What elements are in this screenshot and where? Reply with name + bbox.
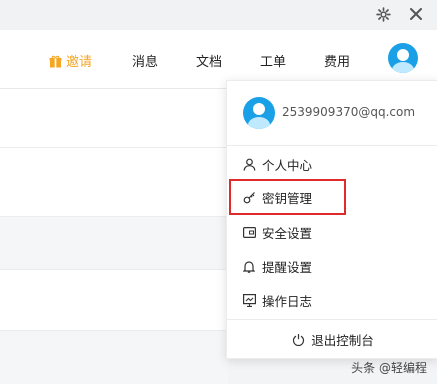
account-info: 2539909370@qq.com	[227, 81, 437, 146]
menu-item-operation-log[interactable]: 操作日志	[227, 285, 437, 315]
menu-item-security[interactable]: 安全设置	[227, 217, 437, 247]
content-row	[0, 217, 228, 270]
nav-invite[interactable]: 邀请	[49, 51, 92, 70]
gift-icon	[49, 55, 62, 68]
close-icon[interactable]	[406, 4, 426, 24]
nav-docs[interactable]: 文档	[196, 51, 222, 70]
window-titlebar	[0, 0, 437, 30]
content-row	[0, 89, 228, 148]
watermark: 头条 @轻编程	[351, 361, 427, 375]
logout-label: 退出控制台	[311, 332, 374, 348]
dropdown-avatar	[243, 97, 275, 129]
log-icon	[242, 293, 256, 307]
nav-invite-label: 邀请	[66, 55, 93, 70]
nav-billing[interactable]: 费用	[324, 51, 350, 70]
menu-item-profile[interactable]: 个人中心	[227, 149, 437, 179]
menu-item-label: 操作日志	[262, 293, 313, 309]
content-row	[0, 148, 228, 217]
user-avatar[interactable]	[388, 43, 418, 73]
account-email: 2539909370@qq.com	[282, 105, 416, 119]
nav-tickets[interactable]: 工单	[260, 51, 286, 70]
menu-item-reminders[interactable]: 提醒设置	[227, 251, 437, 281]
menu-item-label: 提醒设置	[262, 259, 313, 275]
content-row	[0, 270, 228, 331]
bell-icon	[242, 259, 256, 273]
key-icon	[242, 190, 256, 204]
nav-messages[interactable]: 消息	[132, 51, 158, 70]
menu-item-label: 个人中心	[262, 157, 313, 173]
menu-item-key-management[interactable]: 密钥管理	[229, 179, 346, 215]
menu-item-label: 密钥管理	[262, 190, 313, 206]
logout-button[interactable]: 退出控制台	[227, 319, 437, 358]
gear-icon[interactable]	[373, 4, 393, 24]
menu-item-label: 安全设置	[262, 225, 313, 241]
content-row	[0, 331, 228, 384]
account-dropdown: 2539909370@qq.com 个人中心 密钥管理 安全设置 提醒设置 操作…	[226, 80, 437, 359]
user-icon	[242, 157, 256, 171]
power-icon	[291, 332, 305, 346]
card-icon	[242, 225, 256, 239]
